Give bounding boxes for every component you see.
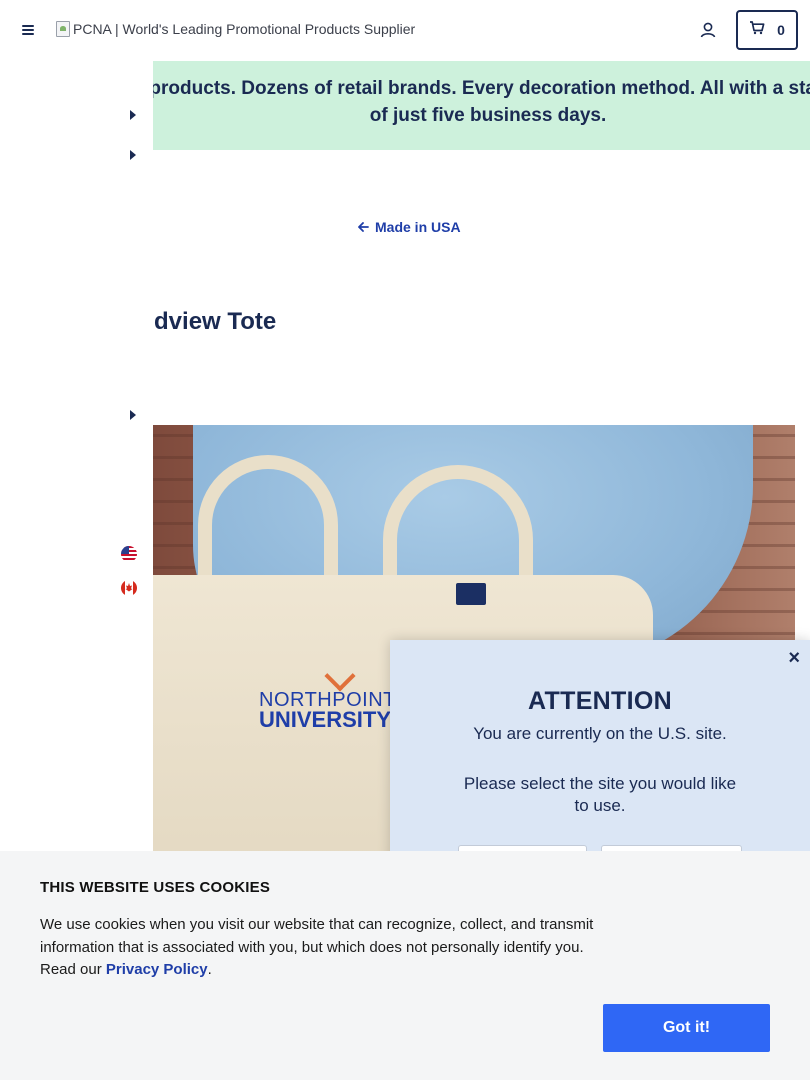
select-site-prompt: Please select the site you would like to… bbox=[463, 774, 737, 815]
user-account-icon[interactable] bbox=[698, 20, 718, 40]
promo-banner: Thousands of products. Dozens of retail … bbox=[153, 61, 810, 150]
page: PCNA | World's Leading Promotional Produ… bbox=[0, 0, 810, 1080]
back-link-label: Made in USA bbox=[375, 219, 461, 235]
product-title-text: Grandview Tote bbox=[153, 308, 277, 335]
current-site-text: You are currently on the U.S. site. bbox=[473, 724, 727, 743]
cart-count: 0 bbox=[777, 22, 785, 38]
us-flag-icon[interactable] bbox=[121, 546, 137, 562]
tote-brand-tag bbox=[456, 583, 486, 605]
logo-alt-text: PCNA | World's Leading Promotional Produ… bbox=[73, 21, 416, 37]
tote-imprint-line2: UNIVERSITY bbox=[259, 707, 392, 732]
caret-right-icon[interactable] bbox=[129, 407, 137, 420]
hamburger-menu-icon[interactable] bbox=[18, 20, 38, 40]
accept-cookies-button[interactable]: Got it! bbox=[603, 1004, 770, 1052]
cookie-banner-text: We use cookies when you visit our websit… bbox=[40, 914, 610, 982]
promo-banner-text: Thousands of products. Dozens of retail … bbox=[153, 78, 810, 126]
arrow-left-icon bbox=[358, 219, 369, 235]
site-header: PCNA | World's Leading Promotional Produ… bbox=[0, 0, 810, 61]
cookie-banner: THIS WEBSITE USES COOKIES We use cookies… bbox=[0, 851, 810, 1080]
site-selector-modal: × ATTENTION You are currently on the U.S… bbox=[390, 640, 810, 885]
cookie-banner-title: THIS WEBSITE USES COOKIES bbox=[40, 879, 271, 896]
site-logo[interactable]: PCNA | World's Leading Promotional Produ… bbox=[56, 21, 415, 37]
back-to-category-link[interactable]: Made in USA bbox=[358, 219, 461, 235]
product-title: Grandview Tote bbox=[153, 308, 793, 338]
broken-image-icon bbox=[56, 21, 70, 37]
close-icon[interactable]: × bbox=[788, 648, 800, 668]
shopping-cart-icon bbox=[749, 20, 765, 40]
canada-flag-icon[interactable] bbox=[121, 580, 137, 596]
cart-button[interactable]: 0 bbox=[736, 10, 798, 50]
caret-right-icon[interactable] bbox=[129, 147, 137, 160]
modal-title: ATTENTION bbox=[528, 687, 672, 715]
caret-right-icon[interactable] bbox=[129, 107, 137, 120]
cookie-text-end: . bbox=[207, 961, 212, 978]
privacy-policy-link[interactable]: Privacy Policy bbox=[106, 961, 208, 978]
